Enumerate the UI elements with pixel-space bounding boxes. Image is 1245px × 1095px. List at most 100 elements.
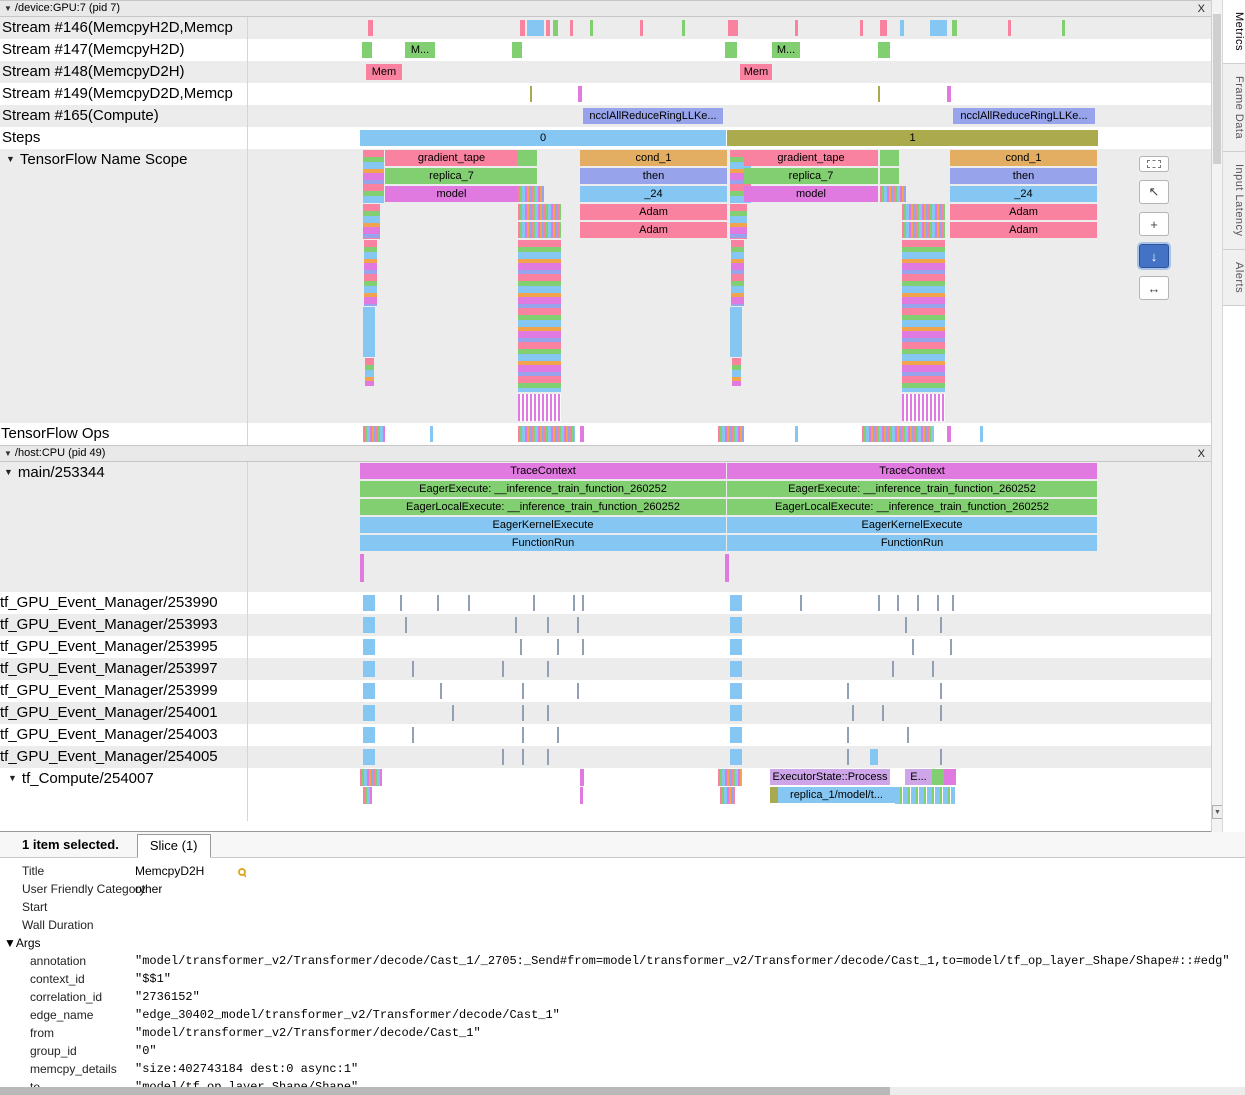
trace-event[interactable] xyxy=(940,749,942,765)
trace-event[interactable] xyxy=(947,86,951,102)
trace-event[interactable] xyxy=(847,683,849,699)
row-track-main-253344[interactable]: TraceContextTraceContextEagerExecute: __… xyxy=(248,462,1211,592)
trace-event[interactable] xyxy=(577,617,579,633)
trace-event[interactable] xyxy=(900,20,904,36)
trace-event[interactable] xyxy=(730,683,742,699)
trace-event[interactable] xyxy=(892,661,894,677)
row-track-stream-149[interactable] xyxy=(248,83,1211,105)
pan-tool[interactable]: + xyxy=(1139,212,1169,236)
trace-event[interactable] xyxy=(547,749,549,765)
trace-event[interactable] xyxy=(800,595,802,611)
trace-event-0[interactable]: 0 xyxy=(360,130,726,146)
expand-arrow-icon[interactable]: ▼ xyxy=(8,773,17,783)
collapse-arrow-icon[interactable]: ▼ xyxy=(4,449,12,458)
side-tab-frame-data[interactable]: Frame Data xyxy=(1223,64,1245,152)
trace-event[interactable] xyxy=(897,595,899,611)
expand-arrow-icon[interactable]: ▼ xyxy=(4,467,13,477)
trace-event[interactable] xyxy=(917,595,919,611)
trace-event[interactable] xyxy=(522,705,524,721)
trace-event-eagerkernelexecute[interactable]: EagerKernelExecute xyxy=(727,517,1097,533)
trace-event-replica-7[interactable]: replica_7 xyxy=(744,168,878,184)
gpu-section-header[interactable]: ▼/device:GPU:7 (pid 7) X xyxy=(0,0,1211,17)
select-tool[interactable]: ↖ xyxy=(1139,180,1169,204)
trace-event[interactable] xyxy=(363,749,375,765)
row-track-event-253997[interactable] xyxy=(248,658,1211,680)
trace-event[interactable] xyxy=(730,595,742,611)
row-track-tf-ops[interactable] xyxy=(248,423,1211,445)
trace-event-cond-1[interactable]: cond_1 xyxy=(580,150,727,166)
row-track-stream-146[interactable] xyxy=(248,17,1211,39)
trace-event[interactable] xyxy=(937,595,939,611)
trace-event[interactable] xyxy=(1008,20,1011,36)
cpu-section-header[interactable]: ▼/host:CPU (pid 49) X xyxy=(0,445,1211,462)
trace-event-24[interactable]: _24 xyxy=(950,186,1097,202)
row-track-event-254005[interactable] xyxy=(248,746,1211,768)
trace-event-tracecontext[interactable]: TraceContext xyxy=(727,463,1097,479)
trace-event[interactable] xyxy=(730,749,742,765)
trace-event[interactable] xyxy=(573,595,575,611)
trace-event[interactable] xyxy=(940,683,942,699)
zoom-tool[interactable]: ↓ xyxy=(1139,244,1169,268)
trace-event[interactable] xyxy=(770,787,778,803)
trace-event-eagerlocalexecute-inference-train-function-260252[interactable]: EagerLocalExecute: __inference_train_fun… xyxy=(727,499,1097,515)
mark-selection-tool[interactable] xyxy=(1139,156,1169,172)
trace-event[interactable] xyxy=(730,617,742,633)
trace-event-eagerexecute-inference-train-function-260252[interactable]: EagerExecute: __inference_train_function… xyxy=(360,481,726,497)
trace-event[interactable] xyxy=(557,639,559,655)
trace-event[interactable] xyxy=(553,20,558,36)
trace-event[interactable] xyxy=(730,727,742,743)
trace-event[interactable] xyxy=(590,20,593,36)
trace-event-adam[interactable]: Adam xyxy=(580,222,727,238)
trace-event[interactable] xyxy=(440,683,442,699)
trace-event-then[interactable]: then xyxy=(580,168,727,184)
trace-event[interactable] xyxy=(412,661,414,677)
trace-event[interactable] xyxy=(547,705,549,721)
row-track-event-254003[interactable] xyxy=(248,724,1211,746)
expand-arrow-icon[interactable]: ▼ xyxy=(6,154,15,164)
trace-event[interactable] xyxy=(363,683,375,699)
row-track-stream-148[interactable]: MemMem xyxy=(248,61,1211,83)
trace-event[interactable] xyxy=(522,727,524,743)
trace-event[interactable] xyxy=(362,42,372,58)
trace-event[interactable] xyxy=(577,683,579,699)
trace-event[interactable] xyxy=(512,42,522,58)
trace-event-adam[interactable]: Adam xyxy=(580,204,727,220)
trace-event-cond-1[interactable]: cond_1 xyxy=(950,150,1097,166)
side-tab-input-latency[interactable]: Input Latency xyxy=(1223,152,1245,250)
trace-event[interactable] xyxy=(530,86,532,102)
row-track-tf-compute-254007[interactable]: ExecutorState::ProcessE...replica_1/mode… xyxy=(248,768,1211,821)
trace-event[interactable] xyxy=(795,20,798,36)
trace-event[interactable] xyxy=(728,20,738,36)
trace-event-mem[interactable]: Mem xyxy=(740,64,772,80)
trace-event[interactable] xyxy=(437,595,439,611)
trace-event[interactable] xyxy=(546,20,550,36)
trace-event[interactable] xyxy=(520,20,525,36)
trace-event[interactable] xyxy=(870,749,878,765)
row-label-tf-compute-254007[interactable]: ▼tf_Compute/254007 xyxy=(0,768,248,821)
trace-event[interactable] xyxy=(502,749,504,765)
row-label-main-253344[interactable]: ▼main/253344 xyxy=(0,462,248,592)
side-tab-metrics[interactable]: Metrics xyxy=(1223,0,1245,64)
trace-event[interactable] xyxy=(878,86,880,102)
trace-event[interactable] xyxy=(912,639,914,655)
trace-event[interactable] xyxy=(547,661,549,677)
trace-event[interactable] xyxy=(363,661,375,677)
side-tab-alerts[interactable]: Alerts xyxy=(1223,250,1245,306)
row-track-event-253999[interactable] xyxy=(248,680,1211,702)
trace-event-eagerexecute-inference-train-function-260252[interactable]: EagerExecute: __inference_train_function… xyxy=(727,481,1097,497)
row-track-event-253993[interactable] xyxy=(248,614,1211,636)
trace-event[interactable] xyxy=(582,595,584,611)
trace-event-e[interactable]: E... xyxy=(905,769,932,785)
trace-event-then[interactable]: then xyxy=(950,168,1097,184)
trace-event-m[interactable]: M... xyxy=(405,42,435,58)
collapse-arrow-icon[interactable]: ▼ xyxy=(4,4,12,13)
row-label-tf-name-scope[interactable]: ▼TensorFlow Name Scope xyxy=(0,149,248,423)
tab-slice[interactable]: Slice (1) xyxy=(137,834,211,858)
trace-event[interactable] xyxy=(640,20,643,36)
trace-event[interactable] xyxy=(847,749,849,765)
trace-event[interactable] xyxy=(730,705,742,721)
trace-event[interactable] xyxy=(730,639,742,655)
gpu-close-button[interactable]: X xyxy=(1198,2,1205,17)
trace-event-eagerkernelexecute[interactable]: EagerKernelExecute xyxy=(360,517,726,533)
scrollbar-thumb[interactable] xyxy=(1213,14,1221,164)
